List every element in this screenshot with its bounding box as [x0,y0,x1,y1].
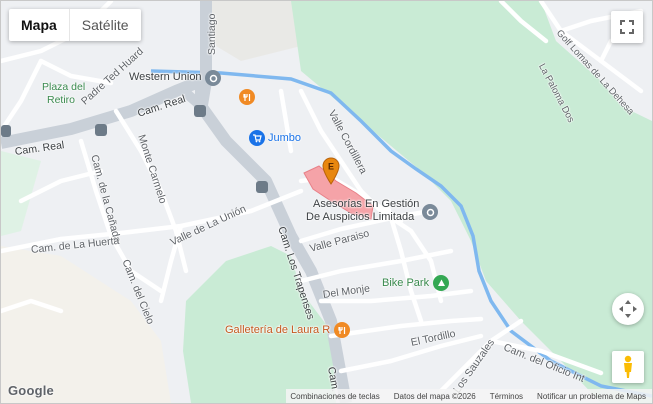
business-icon[interactable] [422,204,438,220]
label-plaza-retiro: Plaza del [42,81,86,93]
shopping-cart-icon[interactable] [249,130,265,146]
restaurant-icon[interactable] [239,89,255,105]
restaurant-icon[interactable] [334,322,350,338]
map-data-text: Datos del mapa ©2026 [393,391,476,401]
map-canvas[interactable]: Plaza del Retiro Padre Ted Huard Santiag… [0,0,653,404]
poi-galleteria-label[interactable]: Galletería de Laura R [225,324,330,336]
label-plaza-retiro-2: Retiro [47,94,76,106]
fullscreen-button[interactable] [611,11,643,43]
google-logo[interactable]: Google [8,383,54,398]
map-type-map-button[interactable]: Mapa [9,9,70,41]
attribution-bar: Combinaciones de teclas Datos del mapa ©… [286,389,652,403]
street-view-pegman-icon [624,355,632,378]
marker-letter: E [328,162,334,172]
location-marker-icon[interactable]: E [322,157,340,185]
poi-bike-park-label[interactable]: Bike Park [382,277,429,289]
street-view-button[interactable] [612,351,644,383]
label-santiago: Santiago [206,13,218,55]
pan-control-icon [619,300,637,318]
bank-icon[interactable] [205,70,221,86]
terms-link[interactable]: Términos [490,392,523,401]
bus-stop-icon[interactable] [256,181,268,193]
poi-jumbo-label[interactable]: Jumbo [268,132,301,144]
pan-control-button[interactable] [612,293,644,325]
report-problem-link[interactable]: Notificar un problema de Maps [537,392,646,401]
poi-asesorias-label-1[interactable]: Asesorías En Gestión [313,198,419,210]
fullscreen-icon [620,20,634,34]
map-type-toggle: Mapa Satélite [9,9,141,41]
bus-stop-icon[interactable] [194,105,206,117]
bus-stop-icon[interactable] [1,125,11,137]
park-icon[interactable] [433,275,449,291]
keyboard-shortcuts-link[interactable]: Combinaciones de teclas [290,392,379,401]
bus-stop-icon[interactable] [95,124,107,136]
poi-western-union-label[interactable]: Western Union [129,71,202,83]
map-type-satellite-button[interactable]: Satélite [70,9,141,41]
poi-asesorias-label-2[interactable]: De Auspicios Limitada [306,211,414,223]
